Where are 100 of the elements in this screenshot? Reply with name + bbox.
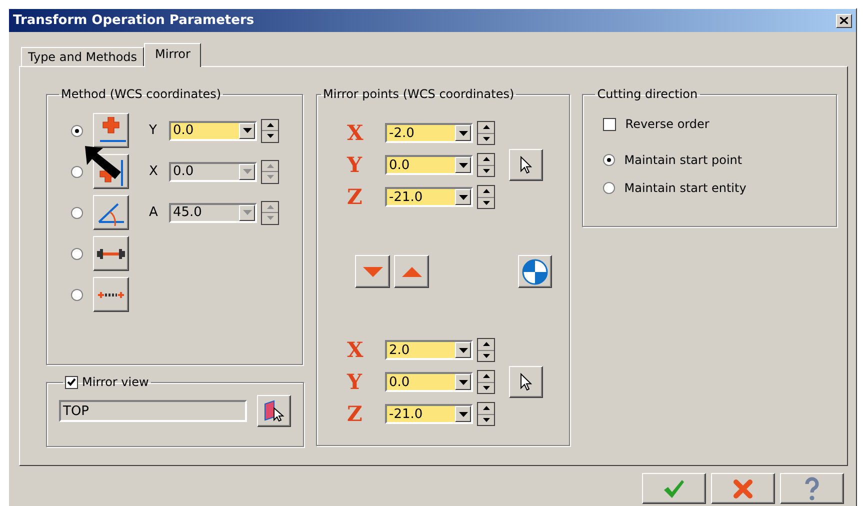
caret-icon [242, 169, 252, 174]
cancel-button[interactable] [711, 473, 775, 504]
axis-letter: Z [347, 403, 364, 425]
radio-label: Maintain start point [624, 153, 742, 167]
spin-buttons[interactable] [477, 121, 495, 145]
method-button[interactable] [93, 195, 129, 230]
spin-buttons[interactable] [477, 338, 495, 362]
pointer-arrow-icon [83, 144, 123, 180]
radio-button[interactable] [603, 182, 616, 194]
radio-label: Maintain start entity [624, 181, 746, 195]
field-label: X [149, 164, 159, 179]
spin-buttons[interactable] [477, 370, 495, 394]
method-button[interactable] [93, 113, 129, 148]
select-view-button[interactable] [257, 395, 291, 427]
axis-letter: X [347, 339, 364, 361]
up-caret-icon [482, 157, 490, 162]
axis-letter: X [347, 122, 364, 144]
up-caret-icon [482, 125, 490, 130]
combo-field[interactable]: -2.0 [385, 123, 473, 143]
axis-letter: Y [347, 371, 364, 393]
pick-point-button[interactable] [509, 149, 543, 181]
radio-button[interactable] [71, 248, 83, 260]
radio-button[interactable] [71, 206, 83, 218]
checkmark-icon [663, 478, 685, 498]
field-label: Y [149, 123, 158, 138]
dropdown-button[interactable] [455, 374, 471, 390]
caret-icon [458, 348, 468, 352]
method-button[interactable] [93, 277, 129, 312]
caret-icon [242, 210, 252, 215]
checkbox[interactable] [603, 118, 616, 130]
group-title: Method (WCS coordinates) [61, 87, 222, 101]
down-caret-icon [266, 134, 274, 138]
dropdown-button[interactable] [239, 122, 255, 138]
caret-icon [458, 194, 468, 200]
caret-icon [458, 380, 468, 384]
question-mark-icon [804, 476, 820, 500]
method-button[interactable] [93, 236, 129, 271]
group-title: Cutting direction [597, 87, 698, 101]
dropdown-button[interactable] [455, 157, 471, 173]
spin-buttons[interactable] [477, 402, 495, 426]
up-caret-icon [266, 122, 274, 127]
combo-field[interactable]: -21.0 [385, 187, 473, 207]
down-caret-icon [266, 175, 274, 180]
up-caret-icon [266, 164, 274, 168]
up-triangle-icon [402, 266, 422, 276]
axis-letter: Y [347, 154, 364, 176]
down-caret-icon [482, 168, 490, 173]
up-caret-icon [482, 189, 490, 194]
group-title: Mirror points (WCS coordinates) [323, 87, 514, 101]
check-icon [67, 378, 76, 386]
down-caret-icon [482, 354, 490, 358]
radio-button[interactable] [71, 166, 83, 178]
origin-button[interactable] [518, 255, 552, 288]
dropdown-button[interactable] [455, 342, 471, 358]
line-between-points-icon [96, 248, 126, 260]
move-down-button[interactable] [355, 255, 390, 288]
pick-point-button[interactable] [509, 366, 543, 398]
caret-icon [458, 130, 468, 136]
tab[interactable]: Mirror [144, 43, 202, 67]
up-caret-icon [482, 406, 490, 410]
up-caret-icon [266, 204, 274, 209]
combo-field[interactable]: 2.0 [385, 340, 473, 360]
caret-icon [458, 412, 468, 416]
down-caret-icon [482, 418, 490, 422]
caret-icon [242, 128, 252, 133]
caret-icon [458, 162, 468, 168]
spin-buttons[interactable] [261, 160, 279, 184]
cursor-arrow-icon [520, 156, 532, 174]
radio-button[interactable] [71, 288, 83, 300]
cursor-arrow-icon [520, 373, 532, 391]
spin-buttons[interactable] [477, 153, 495, 177]
tab[interactable]: Type and Methods [21, 47, 144, 66]
window-title: Transform Operation Parameters [13, 13, 254, 28]
spin-buttons[interactable] [261, 118, 279, 142]
dropdown-button[interactable] [455, 406, 471, 422]
x-mark-icon [733, 478, 753, 498]
combo-field[interactable]: -21.0 [385, 404, 473, 424]
combo-field[interactable]: 0.0 [385, 372, 473, 392]
combo-field[interactable]: 0.0 [169, 120, 257, 140]
down-caret-icon [482, 136, 490, 141]
dropdown-button[interactable] [455, 125, 471, 141]
down-caret-icon [482, 200, 490, 205]
quartered-circle-icon [522, 258, 548, 284]
down-triangle-icon [362, 266, 382, 276]
ok-button[interactable] [642, 473, 706, 504]
help-button[interactable] [780, 473, 844, 504]
down-caret-icon [482, 386, 490, 390]
spin-buttons[interactable] [477, 185, 495, 209]
axis-letter: Z [347, 186, 364, 208]
move-up-button[interactable] [394, 255, 429, 288]
view-name-field[interactable]: TOP [59, 400, 247, 422]
combo-field[interactable]: 0.0 [385, 155, 473, 175]
close-button[interactable] [836, 14, 852, 28]
checkbox[interactable] [65, 376, 78, 388]
radio-button[interactable] [71, 124, 83, 136]
up-caret-icon [482, 342, 490, 346]
dropdown-button[interactable] [455, 189, 471, 205]
radio-button[interactable] [603, 154, 616, 166]
checkbox-label: Mirror view [82, 375, 149, 389]
spin-buttons[interactable] [261, 200, 279, 224]
